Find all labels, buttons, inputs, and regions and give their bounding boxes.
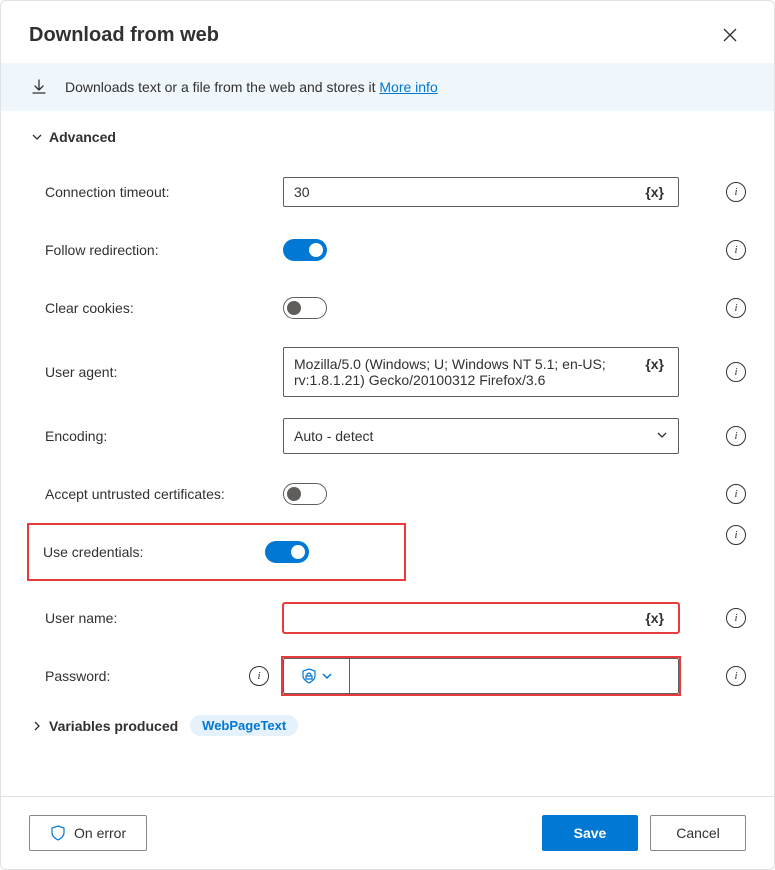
- info-icon[interactable]: i: [726, 182, 746, 202]
- encoding-value: Auto - detect: [294, 428, 373, 444]
- advanced-section-toggle[interactable]: Advanced: [29, 129, 746, 145]
- clear-cookies-label: Clear cookies:: [45, 300, 283, 316]
- download-from-web-dialog: Download from web Downloads text or a fi…: [0, 0, 775, 870]
- follow-redirection-label: Follow redirection:: [45, 242, 283, 258]
- info-icon[interactable]: i: [726, 608, 746, 628]
- variable-token-icon[interactable]: {x}: [641, 184, 668, 200]
- user-name-label: User name:: [45, 610, 283, 626]
- cancel-button[interactable]: Cancel: [650, 815, 746, 851]
- info-icon[interactable]: i: [726, 525, 746, 545]
- dialog-title: Download from web: [29, 24, 219, 47]
- info-icon[interactable]: i: [726, 298, 746, 318]
- password-row: Password: i i: [29, 647, 746, 705]
- clear-cookies-toggle[interactable]: [283, 297, 327, 319]
- on-error-button[interactable]: On error: [29, 815, 147, 851]
- variable-token-icon[interactable]: {x}: [641, 356, 668, 372]
- accept-untrusted-label: Accept untrusted certificates:: [45, 486, 283, 502]
- follow-redirection-row: Follow redirection: i: [29, 221, 746, 279]
- more-info-link[interactable]: More info: [379, 79, 437, 95]
- follow-redirection-toggle[interactable]: [283, 239, 327, 261]
- info-banner: Downloads text or a file from the web an…: [1, 63, 774, 111]
- user-name-input[interactable]: {x}: [283, 603, 679, 633]
- download-icon: [29, 77, 49, 97]
- dialog-body: Advanced Connection timeout: 30 {x} i Fo…: [1, 111, 774, 796]
- close-icon: [723, 28, 737, 42]
- chevron-down-icon: [321, 670, 333, 682]
- accept-untrusted-toggle[interactable]: [283, 483, 327, 505]
- variable-token-icon[interactable]: {x}: [641, 610, 668, 626]
- connection-timeout-input[interactable]: 30 {x}: [283, 177, 679, 207]
- chevron-down-icon: [29, 129, 45, 145]
- dialog-header: Download from web: [1, 1, 774, 63]
- encoding-label: Encoding:: [45, 428, 283, 444]
- shield-icon: [301, 668, 317, 684]
- advanced-label: Advanced: [49, 129, 116, 145]
- dialog-footer: On error Save Cancel: [1, 796, 774, 869]
- use-credentials-label: Use credentials:: [43, 544, 265, 560]
- connection-timeout-label: Connection timeout:: [45, 184, 283, 200]
- user-name-row: User name: {x} i: [29, 589, 746, 647]
- variable-chip[interactable]: WebPageText: [190, 715, 298, 736]
- credential-picker-button[interactable]: [283, 658, 349, 694]
- info-icon[interactable]: i: [726, 240, 746, 260]
- info-icon[interactable]: i: [726, 484, 746, 504]
- variables-produced-label: Variables produced: [49, 718, 178, 734]
- password-label: Password:: [45, 668, 110, 684]
- banner-text-content: Downloads text or a file from the web an…: [65, 79, 379, 95]
- save-button[interactable]: Save: [542, 815, 638, 851]
- on-error-label: On error: [74, 825, 126, 841]
- user-agent-label: User agent:: [45, 364, 283, 380]
- variables-produced-toggle[interactable]: Variables produced WebPageText: [29, 715, 746, 736]
- use-credentials-toggle[interactable]: [265, 541, 309, 563]
- chevron-down-icon: [656, 428, 668, 444]
- info-icon[interactable]: i: [726, 362, 746, 382]
- password-input[interactable]: [349, 658, 679, 694]
- close-button[interactable]: [714, 19, 746, 51]
- encoding-select[interactable]: Auto - detect: [283, 418, 679, 454]
- connection-timeout-row: Connection timeout: 30 {x} i: [29, 163, 746, 221]
- clear-cookies-row: Clear cookies: i: [29, 279, 746, 337]
- password-input-group: [283, 658, 679, 694]
- user-agent-row: User agent: Mozilla/5.0 (Windows; U; Win…: [29, 337, 746, 407]
- user-agent-input[interactable]: Mozilla/5.0 (Windows; U; Windows NT 5.1;…: [283, 347, 679, 397]
- shield-icon: [50, 825, 66, 841]
- info-icon[interactable]: i: [726, 426, 746, 446]
- info-icon[interactable]: i: [249, 666, 269, 686]
- chevron-right-icon: [29, 718, 45, 734]
- accept-untrusted-row: Accept untrusted certificates: i: [29, 465, 746, 523]
- banner-text: Downloads text or a file from the web an…: [65, 79, 438, 95]
- encoding-row: Encoding: Auto - detect i: [29, 407, 746, 465]
- info-icon[interactable]: i: [726, 666, 746, 686]
